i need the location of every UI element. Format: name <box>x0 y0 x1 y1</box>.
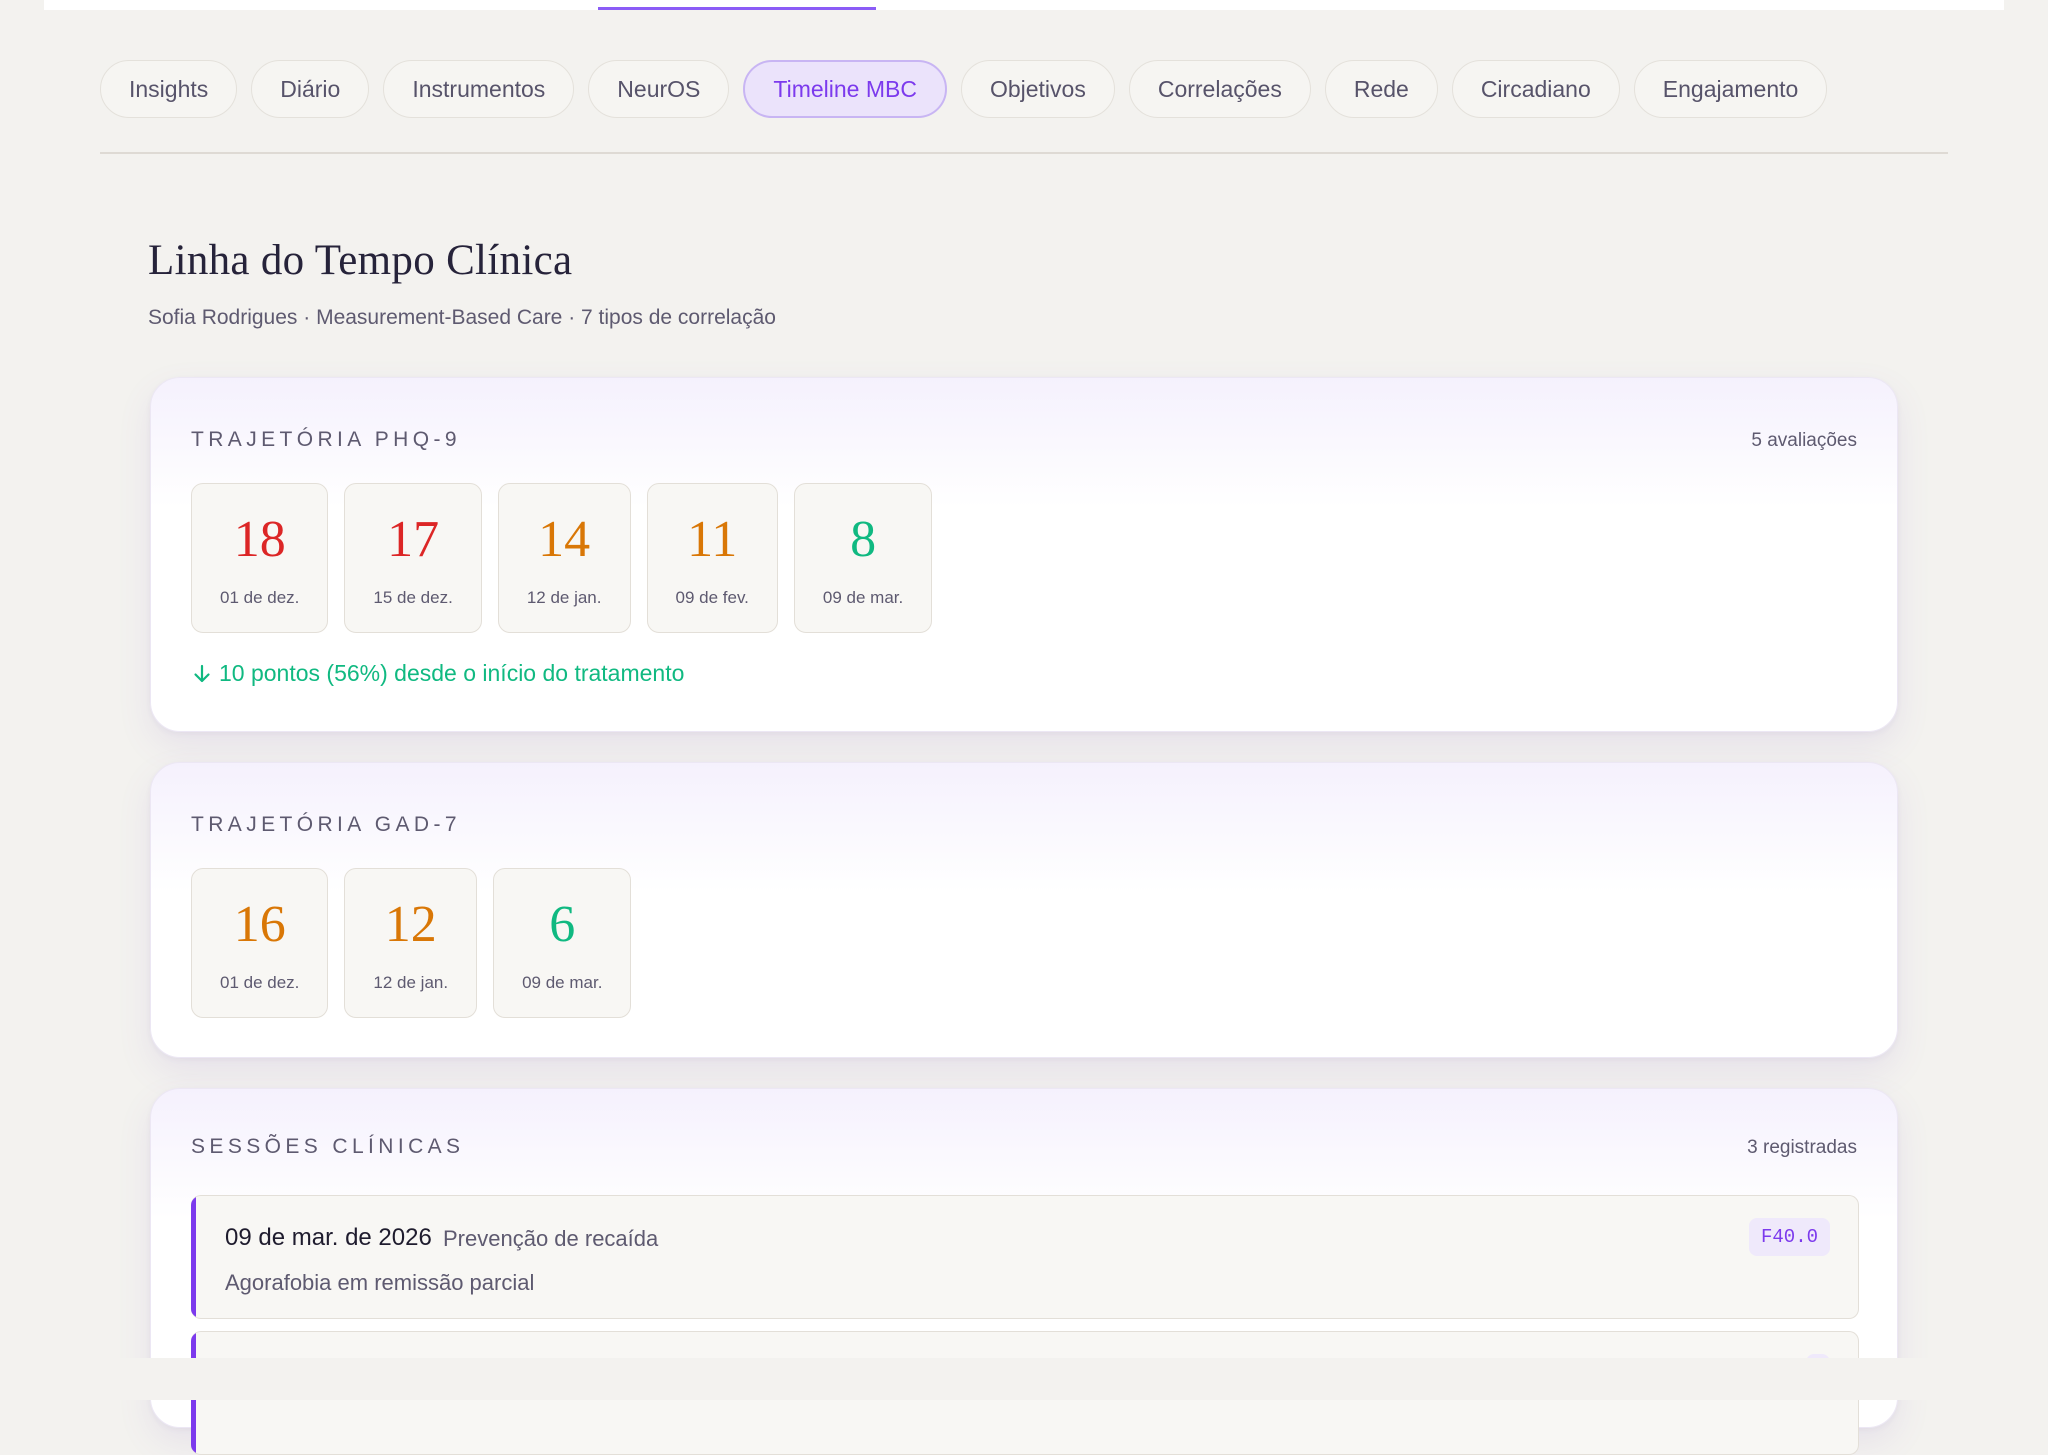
score-value: 18 <box>233 511 286 568</box>
top-navigation-strip <box>44 0 2004 10</box>
score-date: 09 de mar. <box>522 973 603 992</box>
gad7-title: TRAJETÓRIA GAD-7 <box>191 813 461 836</box>
tab-label: Timeline MBC <box>773 75 917 102</box>
tab-label: Insights <box>129 75 209 102</box>
tab-label: Circadiano <box>1480 75 1591 102</box>
sessions-title: SESSÕES CLÍNICAS <box>191 1135 465 1158</box>
phq9-card: TRAJETÓRIA PHQ-9 5 avaliações 18 01 de d… <box>150 377 1898 732</box>
score-value: 6 <box>549 896 576 953</box>
score-date: 15 de dez. <box>373 588 453 607</box>
session-row[interactable]: 09 de mar. de 2026 Prevenção de recaída … <box>191 1195 1859 1319</box>
tabs-divider <box>100 152 1948 154</box>
page-subtitle: Sofia Rodrigues · Measurement-Based Care… <box>148 306 776 329</box>
phq9-score-tile[interactable]: 8 09 de mar. <box>793 483 933 633</box>
tab-neuros[interactable]: NeurOS <box>588 60 730 118</box>
gad7-score-tile[interactable]: 6 09 de mar. <box>493 868 632 1018</box>
score-value: 16 <box>233 896 286 953</box>
tab-label: Rede <box>1353 75 1409 102</box>
session-date: 09 de mar. de 2026 <box>225 1224 432 1251</box>
tab-diario[interactable]: Diário <box>251 60 370 118</box>
tab-insights[interactable]: Insights <box>100 60 238 118</box>
tab-rede[interactable]: Rede <box>1324 60 1438 118</box>
viewport-bottom-edge <box>0 1358 2048 1400</box>
phq9-improvement-summary: 10 pontos (56%) desde o início do tratam… <box>191 660 684 687</box>
tab-label: Objetivos <box>989 75 1086 102</box>
phq9-score-tile[interactable]: 18 01 de dez. <box>191 483 329 633</box>
gad7-score-tile[interactable]: 12 12 de jan. <box>344 868 478 1018</box>
tab-label: Correlações <box>1157 75 1282 102</box>
score-date: 09 de mar. <box>822 588 904 607</box>
session-accent-bar <box>191 1196 196 1318</box>
tab-correlacoes[interactable]: Correlações <box>1128 60 1311 118</box>
score-value: 12 <box>384 896 437 953</box>
gad7-score-list: 16 01 de dez. 12 12 de jan. 6 09 de mar. <box>191 868 632 1018</box>
score-value: 14 <box>538 511 591 568</box>
tab-objetivos[interactable]: Objetivos <box>960 60 1115 118</box>
phq9-score-list: 18 01 de dez. 17 15 de dez. 14 12 de jan… <box>191 483 933 633</box>
tab-engajamento[interactable]: Engajamento <box>1633 60 1828 118</box>
score-date: 01 de dez. <box>220 973 300 992</box>
phq9-score-tile[interactable]: 14 12 de jan. <box>497 483 631 633</box>
phq9-score-tile[interactable]: 17 15 de dez. <box>344 483 482 633</box>
phq9-score-tile[interactable]: 11 09 de fev. <box>646 483 778 633</box>
phq9-title: TRAJETÓRIA PHQ-9 <box>191 428 461 451</box>
arrow-down-icon <box>194 664 210 682</box>
summary-text: 10 pontos (56%) desde o início do tratam… <box>219 660 685 686</box>
tab-label: NeurOS <box>617 75 701 102</box>
phq9-assessment-count: 5 avaliações <box>1751 430 1857 451</box>
diagnosis-code-badge: F40.0 <box>1748 1218 1830 1256</box>
score-value: 8 <box>850 511 877 568</box>
top-nav-active-indicator <box>598 7 876 10</box>
page-title: Linha do Tempo Clínica <box>148 237 573 284</box>
tab-label: Diário <box>280 75 341 102</box>
score-value: 17 <box>387 511 440 568</box>
session-note: Agorafobia em remissão parcial <box>225 1270 535 1295</box>
score-date: 12 de jan. <box>526 588 602 607</box>
score-date: 01 de dez. <box>220 588 300 607</box>
session-type: Prevenção de recaída <box>443 1226 659 1251</box>
tab-label: Engajamento <box>1662 75 1799 102</box>
score-date: 09 de fev. <box>675 588 749 607</box>
sessions-count: 3 registradas <box>1747 1137 1857 1158</box>
tab-timeline-mbc[interactable]: Timeline MBC <box>743 60 947 118</box>
score-date: 12 de jan. <box>373 973 449 992</box>
tab-instrumentos[interactable]: Instrumentos <box>383 60 575 118</box>
tab-bar: Insights Diário Instrumentos NeurOS Time… <box>100 60 1828 118</box>
tab-circadiano[interactable]: Circadiano <box>1451 60 1620 118</box>
score-value: 11 <box>687 511 738 568</box>
gad7-card: TRAJETÓRIA GAD-7 16 01 de dez. 12 12 de … <box>150 762 1898 1058</box>
tab-label: Instrumentos <box>412 75 546 102</box>
gad7-score-tile[interactable]: 16 01 de dez. <box>191 868 329 1018</box>
